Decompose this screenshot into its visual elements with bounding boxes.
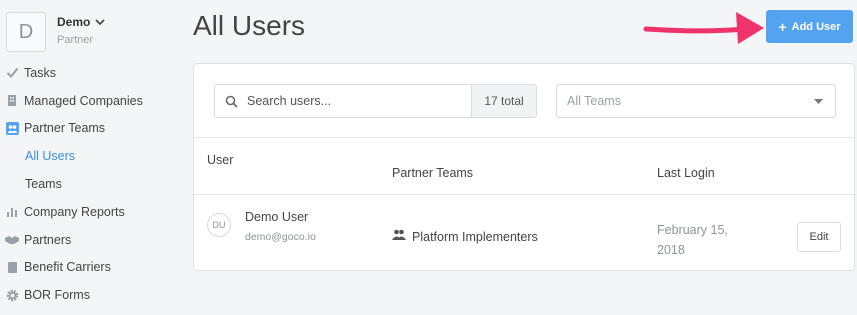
table-row: DU Demo User demo@goco.io Platform Imple…	[194, 195, 854, 270]
sidebar-item-label: BOR Forms	[24, 288, 90, 303]
column-header-user[interactable]: User	[207, 153, 233, 167]
last-login-date: February 15, 2018	[657, 223, 728, 257]
account-avatar: D	[6, 12, 46, 52]
sidebar-item-label: Partners	[24, 232, 72, 247]
add-user-label: Add User	[791, 20, 841, 33]
caret-down-icon	[814, 99, 823, 104]
sidebar-item-teams[interactable]: Teams	[0, 170, 175, 198]
document-icon	[5, 260, 19, 274]
sidebar-item-all-users[interactable]: All Users	[0, 142, 175, 170]
search-input[interactable]	[247, 85, 471, 117]
table-header: User Partner Teams Last Login	[194, 137, 854, 195]
account-name: Demo	[57, 14, 91, 29]
total-count-badge: 17 total	[471, 85, 536, 117]
column-header-last-login[interactable]: Last Login	[657, 166, 715, 180]
column-header-partner-teams[interactable]: Partner Teams	[392, 166, 473, 180]
account-switcher[interactable]: D Demo Partner	[6, 12, 105, 52]
teams-filter-value: All Teams	[567, 94, 621, 108]
chevron-down-icon	[95, 18, 105, 25]
sidebar-item-label: Teams	[25, 177, 62, 192]
users-icon	[392, 229, 406, 244]
user-name: Demo User	[245, 210, 309, 224]
sidebar-item-tasks[interactable]: Tasks	[0, 59, 175, 87]
sidebar-item-label: Company Reports	[24, 204, 125, 219]
team-cell: Platform Implementers	[392, 229, 538, 244]
bar-chart-icon	[5, 205, 19, 219]
edit-button[interactable]: Edit	[797, 222, 841, 252]
sidebar-item-label: Tasks	[24, 65, 56, 80]
sidebar-item-label: Partner Teams	[24, 121, 106, 136]
sidebar-item-managed-companies[interactable]: Managed Companies	[0, 87, 175, 115]
plus-icon: +	[778, 18, 787, 35]
sidebar-item-label: All Users	[25, 149, 76, 164]
gear-icon	[5, 288, 19, 302]
users-card: 17 total All Teams User Partner Teams La…	[193, 63, 855, 271]
team-name: Platform Implementers	[412, 229, 538, 244]
sidebar-item-partners[interactable]: Partners	[0, 226, 175, 254]
sidebar-item-bor-forms[interactable]: BOR Forms	[0, 281, 175, 309]
sidebar-item-company-reports[interactable]: Company Reports	[0, 198, 175, 226]
add-user-button[interactable]: + Add User	[766, 10, 853, 43]
pointer-arrow-annotation	[643, 12, 764, 44]
sidebar-item-label: Benefit Carriers	[24, 260, 111, 275]
sidebar-item-partner-teams[interactable]: Partner Teams	[0, 115, 175, 143]
sidebar-item-benefit-carriers[interactable]: Benefit Carriers	[0, 254, 175, 282]
avatar: DU	[207, 213, 231, 237]
handshake-icon	[5, 233, 19, 247]
page-title: All Users	[193, 10, 306, 41]
account-role: Partner	[57, 33, 94, 46]
team-icon	[5, 121, 19, 135]
search-box: 17 total	[214, 84, 537, 118]
user-email: demo@goco.io	[245, 231, 316, 243]
sidebar-item-label: Managed Companies	[24, 93, 143, 108]
check-icon	[5, 66, 19, 80]
sidebar: D Demo Partner Tasks Managed Companies P…	[0, 0, 175, 315]
teams-filter-select[interactable]: All Teams	[556, 84, 836, 118]
search-icon	[215, 85, 247, 117]
sidebar-nav: Tasks Managed Companies Partner Teams Al…	[0, 59, 175, 309]
building-icon	[5, 94, 19, 108]
